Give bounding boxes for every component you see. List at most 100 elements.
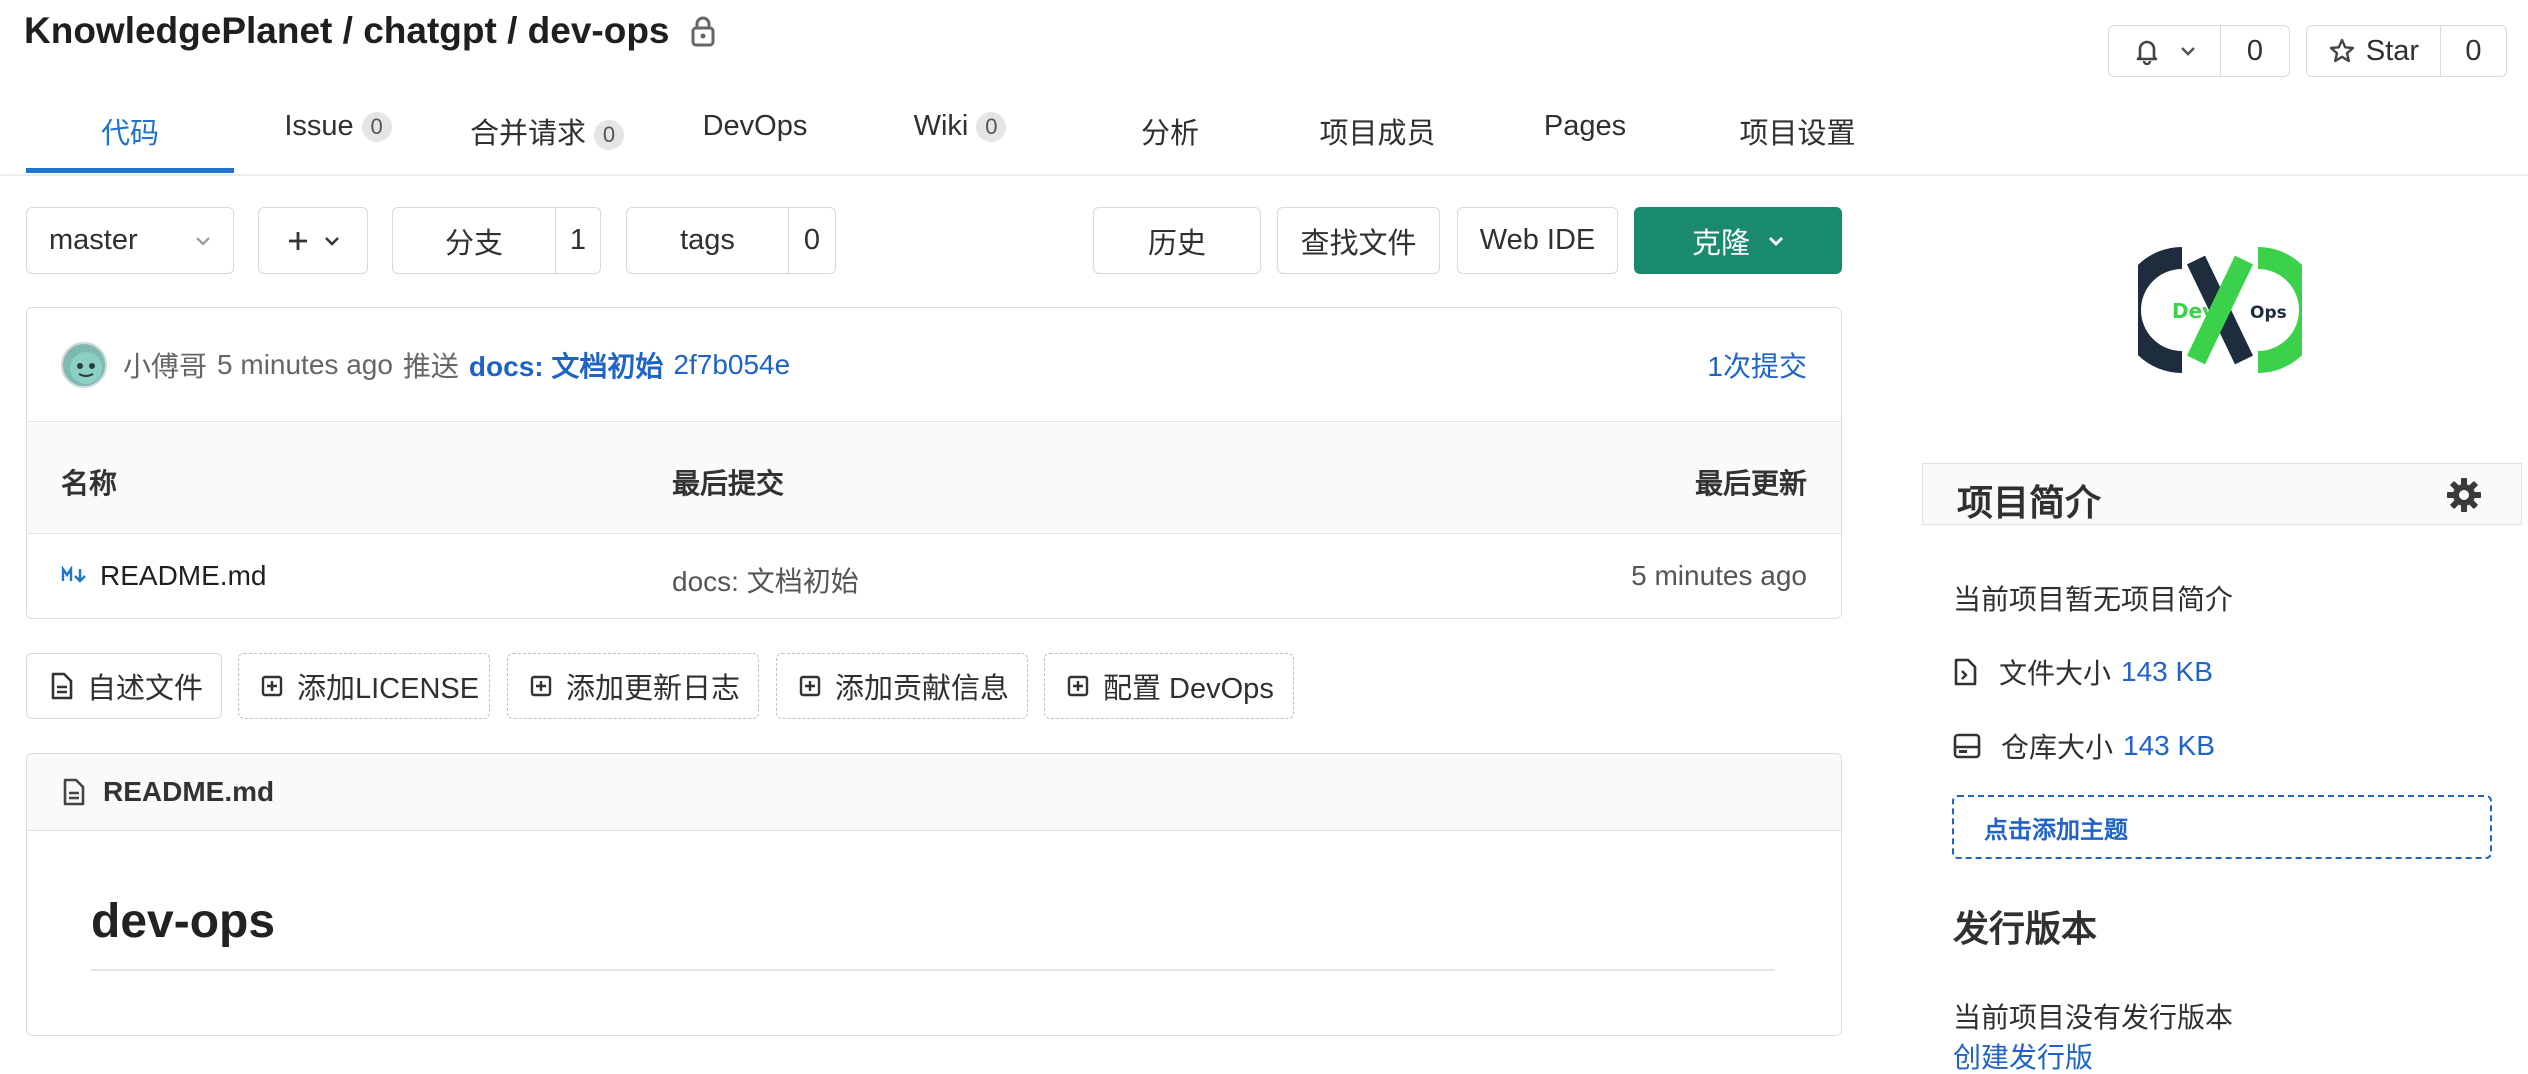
- commit-time: 5 minutes ago: [217, 348, 393, 380]
- commit-count-link[interactable]: 1次提交: [1707, 345, 1807, 385]
- tab-members[interactable]: 项目成员: [1310, 110, 1445, 152]
- file-name[interactable]: README.md: [100, 560, 266, 592]
- branches-count[interactable]: 1: [555, 207, 601, 274]
- logo-text-ops: Ops: [2250, 303, 2287, 323]
- repo-size-value[interactable]: 143 KB: [2123, 730, 2215, 762]
- tab-badge: 0: [361, 112, 392, 143]
- tab-label: 分析: [1140, 118, 1199, 150]
- repo-size-row: 仓库大小 143 KB: [1953, 726, 2215, 766]
- file-size-value[interactable]: 143 KB: [2121, 656, 2213, 688]
- notification-count[interactable]: 0: [2220, 25, 2290, 77]
- commit-action: 推送: [402, 350, 459, 382]
- tab-merge-requests[interactable]: 合并请求 0: [462, 110, 632, 152]
- commit-author[interactable]: 小傅哥: [123, 345, 207, 385]
- history-button[interactable]: 历史: [1093, 207, 1261, 274]
- active-tab-indicator: [26, 168, 234, 173]
- file-last-commit[interactable]: docs: 文档初始: [672, 560, 859, 600]
- add-contributing-button[interactable]: 添加贡献信息: [776, 653, 1028, 719]
- gear-icon[interactable]: [2445, 476, 2483, 514]
- repo-size-label: 仓库大小: [2001, 732, 2114, 763]
- plus-square-icon: [530, 675, 552, 697]
- column-header-last-update: 最后更新: [1694, 468, 1807, 499]
- column-header-last-commit: 最后提交: [672, 468, 785, 499]
- create-release-link[interactable]: 创建发行版: [1953, 1036, 2093, 1074]
- configure-devops-label: 配置 DevOps: [1103, 673, 1274, 705]
- branches-button[interactable]: 分支: [392, 207, 556, 274]
- file-updated: 5 minutes ago: [1631, 560, 1807, 591]
- tab-analytics[interactable]: 分析: [1120, 110, 1220, 152]
- readme-filename[interactable]: README.md: [103, 776, 274, 808]
- branch-select[interactable]: master: [26, 207, 234, 274]
- readme-button-label: 自述文件: [87, 673, 204, 705]
- add-dropdown-button[interactable]: [258, 207, 368, 274]
- readme-heading-divider: [91, 969, 1775, 971]
- table-header: 名称 最后提交 最后更新: [27, 421, 1841, 534]
- tab-label: 合并请求: [469, 118, 586, 150]
- file-icon: [51, 672, 73, 700]
- chevron-down-icon: [2179, 45, 2197, 57]
- web-ide-button[interactable]: Web IDE: [1457, 207, 1618, 274]
- tab-label: 项目成员: [1319, 118, 1436, 150]
- tab-pages[interactable]: Pages: [1530, 110, 1640, 143]
- configure-devops-button[interactable]: 配置 DevOps: [1044, 653, 1294, 719]
- add-contributing-label: 添加贡献信息: [835, 673, 1010, 705]
- tab-bar: [0, 174, 2528, 176]
- file-archive-icon: [1953, 658, 1979, 686]
- file-size-label: 文件大小: [1999, 658, 2112, 689]
- markdown-icon: [61, 566, 89, 584]
- add-topic-button[interactable]: 点击添加主题: [1952, 795, 2492, 859]
- tab-label: 项目设置: [1739, 118, 1856, 150]
- tab-code[interactable]: 代码: [26, 110, 234, 152]
- project-logo: Dev Ops: [2138, 238, 2302, 382]
- readme-button[interactable]: 自述文件: [26, 653, 222, 719]
- project-intro-header: 项目简介: [1922, 463, 2522, 525]
- star-label: Star: [2365, 34, 2420, 67]
- project-intro-title: 项目简介: [1957, 482, 2102, 523]
- commit-sha[interactable]: 2f7b054e: [673, 349, 790, 381]
- chevron-down-icon: [324, 236, 340, 246]
- chevron-down-icon: [1768, 236, 1784, 246]
- commit-message[interactable]: docs: 文档初始: [469, 345, 663, 385]
- tab-devops[interactable]: DevOps: [690, 110, 820, 143]
- add-changelog-label: 添加更新日志: [566, 673, 741, 705]
- notification-dropdown-button[interactable]: [2108, 25, 2221, 77]
- breadcrumb-text[interactable]: KnowledgePlanet / chatgpt / dev-ops: [24, 10, 670, 51]
- releases-empty: 当前项目没有发行版本: [1953, 1002, 2234, 1033]
- find-file-button[interactable]: 查找文件: [1277, 207, 1440, 274]
- column-header-name: 名称: [61, 468, 118, 499]
- star-count[interactable]: 0: [2440, 25, 2507, 77]
- releases-title: 发行版本: [1953, 908, 2098, 949]
- clone-label: 克隆: [1691, 227, 1750, 260]
- add-license-button[interactable]: 添加LICENSE: [238, 653, 490, 719]
- clone-button[interactable]: 克隆: [1634, 207, 1842, 274]
- table-row[interactable]: README.md docs: 文档初始 5 minutes ago: [27, 534, 1841, 618]
- readme-header: README.md: [27, 754, 1841, 831]
- plus-square-icon: [799, 675, 821, 697]
- breadcrumb: KnowledgePlanet / chatgpt / dev-ops: [24, 10, 716, 60]
- file-icon: [63, 778, 85, 806]
- chevron-down-icon: [195, 236, 211, 246]
- tags-button[interactable]: tags: [626, 207, 789, 274]
- tab-wiki[interactable]: Wiki 0: [900, 110, 1020, 143]
- star-icon: [2328, 37, 2356, 65]
- plus-square-icon: [261, 675, 283, 697]
- file-browser-panel: 小傅哥 5 minutes ago 推送 docs: 文档初始 2f7b054e…: [26, 307, 1842, 619]
- project-intro-empty: 当前项目暂无项目简介: [1953, 584, 2234, 615]
- logo-text-dev: Dev: [2172, 299, 2215, 323]
- add-license-label: 添加LICENSE: [297, 673, 480, 705]
- tab-issue[interactable]: Issue 0: [264, 110, 412, 143]
- tab-label: Issue: [284, 110, 354, 142]
- tab-label: Pages: [1543, 110, 1627, 142]
- add-changelog-button[interactable]: 添加更新日志: [507, 653, 759, 719]
- star-button[interactable]: Star: [2306, 25, 2441, 77]
- readme-heading: dev-ops: [91, 895, 276, 948]
- avatar[interactable]: [61, 341, 107, 388]
- tab-label: DevOps: [702, 110, 808, 142]
- plus-square-icon: [1067, 675, 1089, 697]
- tab-label: Wiki: [913, 110, 969, 142]
- lock-icon: [690, 15, 716, 47]
- tab-settings[interactable]: 项目设置: [1730, 110, 1865, 152]
- add-topic-label: 点击添加主题: [1984, 816, 2128, 844]
- tags-count[interactable]: 0: [788, 207, 836, 274]
- file-size-row: 文件大小 143 KB: [1953, 652, 2213, 692]
